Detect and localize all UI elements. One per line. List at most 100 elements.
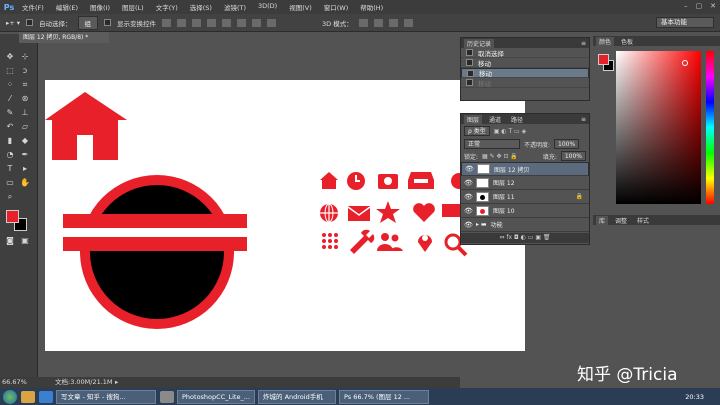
- menu-item[interactable]: 窗口(W): [318, 2, 355, 12]
- history-row[interactable]: 移动: [461, 78, 589, 88]
- menu-item[interactable]: 滤镜(T): [218, 2, 252, 12]
- history-row[interactable]: 移动: [461, 58, 589, 68]
- layer-name[interactable]: 图层 12: [493, 178, 515, 187]
- menu-item[interactable]: 图像(I): [84, 2, 116, 12]
- lock-icons[interactable]: ▦ ✎ ✥ ⊡ 🔒: [482, 153, 518, 160]
- artboard-tool-icon[interactable]: ⊹: [20, 52, 30, 62]
- align-icon[interactable]: [192, 18, 202, 27]
- workspace-dropdown[interactable]: 基本功能: [656, 17, 714, 28]
- tab-color[interactable]: 颜色: [596, 36, 615, 46]
- browser-icon[interactable]: [39, 390, 53, 403]
- opacity-input[interactable]: 100%: [554, 139, 580, 149]
- align-icon[interactable]: [177, 18, 187, 27]
- status-arrow-icon[interactable]: ▸: [115, 377, 118, 388]
- layer-name[interactable]: 功能: [491, 220, 503, 229]
- menu-item[interactable]: 视图(V): [283, 2, 318, 12]
- hue-slider[interactable]: [706, 51, 714, 204]
- menu-item[interactable]: 选择(S): [184, 2, 218, 12]
- healing-tool-icon[interactable]: ⊛: [20, 94, 30, 104]
- canvas[interactable]: [45, 80, 525, 351]
- fill-input[interactable]: 100%: [560, 151, 586, 161]
- eye-icon[interactable]: 👁: [464, 221, 473, 229]
- dodge-tool-icon[interactable]: ◔: [5, 150, 15, 160]
- eye-icon[interactable]: 👁: [464, 179, 473, 187]
- quick-select-tool-icon[interactable]: ⁘: [5, 80, 15, 90]
- show-transform-checkbox[interactable]: [104, 19, 112, 26]
- minimize-button[interactable]: –: [684, 2, 688, 10]
- history-brush-tool-icon[interactable]: ↶: [5, 122, 15, 132]
- menu-item[interactable]: 文字(Y): [150, 2, 184, 12]
- zoom-level[interactable]: 66.67%: [2, 377, 27, 388]
- auto-select-dropdown[interactable]: 组: [77, 15, 99, 30]
- tab-libraries[interactable]: 库: [596, 215, 609, 225]
- eye-icon[interactable]: 👁: [465, 165, 474, 173]
- tab-adjustments[interactable]: 调整: [612, 216, 630, 225]
- type-tool-icon[interactable]: T: [5, 164, 15, 174]
- eye-icon[interactable]: 👁: [464, 193, 473, 201]
- menu-item[interactable]: 图层(L): [116, 2, 150, 12]
- layer-filter-dropdown[interactable]: ρ 类型: [464, 126, 490, 136]
- pen-tool-icon[interactable]: ✒: [20, 150, 30, 160]
- align-icon[interactable]: [207, 18, 217, 27]
- move-tool-icon[interactable]: ▸+ ▾: [6, 19, 20, 27]
- menu-item[interactable]: 3D(D): [252, 2, 283, 12]
- 3d-roll-icon[interactable]: [373, 18, 383, 27]
- history-checkbox[interactable]: [466, 59, 473, 66]
- menu-item[interactable]: 文件(F): [16, 2, 50, 12]
- layer-row[interactable]: 👁 ▸ ▬ 功能: [461, 218, 589, 232]
- 3d-pan-icon[interactable]: [388, 18, 398, 27]
- panel-menu-icon[interactable]: ≡: [581, 116, 586, 123]
- tab-styles[interactable]: 样式: [634, 216, 652, 225]
- blend-mode-dropdown[interactable]: 正常: [464, 139, 520, 149]
- tab-paths[interactable]: 路径: [508, 115, 526, 124]
- layer-name[interactable]: 图层 12 拷贝: [494, 165, 529, 174]
- distribute-icon[interactable]: [252, 18, 262, 27]
- maximize-button[interactable]: ▢: [696, 2, 703, 10]
- distribute-icon[interactable]: [267, 18, 277, 27]
- history-row[interactable]: 取消选择: [461, 48, 589, 58]
- zoom-tool-icon[interactable]: ⌕: [5, 192, 15, 202]
- layer-name[interactable]: 图层 10: [493, 206, 515, 215]
- path-select-tool-icon[interactable]: ▸: [20, 164, 30, 174]
- tab-swatches[interactable]: 色板: [618, 37, 636, 46]
- color-field[interactable]: [616, 51, 701, 204]
- taskbar-item[interactable]: 炸城的 Android手机: [258, 389, 336, 404]
- align-icon[interactable]: [162, 18, 172, 27]
- foreground-color-swatch[interactable]: [598, 54, 609, 65]
- document-tab[interactable]: 图层 12 拷贝, RGB/8) *: [19, 32, 109, 43]
- layer-row[interactable]: 👁 图层 12: [461, 176, 589, 190]
- eraser-tool-icon[interactable]: ▱: [20, 122, 30, 132]
- layers-footer-icons[interactable]: ⇔ fx ◘ ◐ ▭ ▣ 🗑: [461, 233, 589, 243]
- stamp-tool-icon[interactable]: ⊥: [20, 108, 30, 118]
- shape-tool-icon[interactable]: ▭: [5, 178, 15, 188]
- history-row[interactable]: 移动: [461, 68, 589, 78]
- gradient-tool-icon[interactable]: ▮: [5, 136, 15, 146]
- crop-tool-icon[interactable]: ⌗: [20, 80, 30, 90]
- 3d-slide-icon[interactable]: [403, 18, 413, 27]
- menu-item[interactable]: 帮助(H): [354, 2, 389, 12]
- taskbar-item[interactable]: Ps 66.7% (图层 12 ...: [339, 389, 429, 404]
- taskbar-item[interactable]: PhotoshopCC_Lite_...: [177, 389, 255, 404]
- start-button[interactable]: [3, 389, 17, 404]
- eye-icon[interactable]: 👁: [464, 207, 473, 215]
- auto-select-checkbox[interactable]: [26, 19, 34, 26]
- history-checkbox[interactable]: [467, 69, 474, 77]
- layer-filter-icons[interactable]: ▣ ◐ T ▭ ◈: [494, 128, 526, 135]
- close-button[interactable]: ✕: [710, 2, 716, 10]
- layer-name[interactable]: 图层 11: [493, 192, 515, 201]
- eyedropper-tool-icon[interactable]: ⁄: [5, 94, 15, 104]
- marquee-tool-icon[interactable]: ⬚: [5, 66, 15, 76]
- tab-layers[interactable]: 图层: [464, 114, 483, 124]
- screen-mode-icon[interactable]: ▣: [20, 236, 30, 246]
- distribute-icon[interactable]: [237, 18, 247, 27]
- quick-mask-icon[interactable]: ◙: [5, 236, 15, 246]
- blur-tool-icon[interactable]: ◆: [20, 136, 30, 146]
- menu-item[interactable]: 编辑(E): [50, 2, 84, 12]
- layer-row[interactable]: 👁 图层 10: [461, 204, 589, 218]
- 3d-rotate-icon[interactable]: [358, 18, 368, 27]
- lasso-tool-icon[interactable]: ↄ: [20, 66, 30, 76]
- layer-row[interactable]: 👁 图层 12 拷贝: [461, 162, 589, 176]
- hand-tool-icon[interactable]: ✋: [20, 178, 30, 188]
- move-tool-icon[interactable]: ✥: [5, 52, 15, 62]
- foreground-color-swatch[interactable]: [6, 210, 19, 223]
